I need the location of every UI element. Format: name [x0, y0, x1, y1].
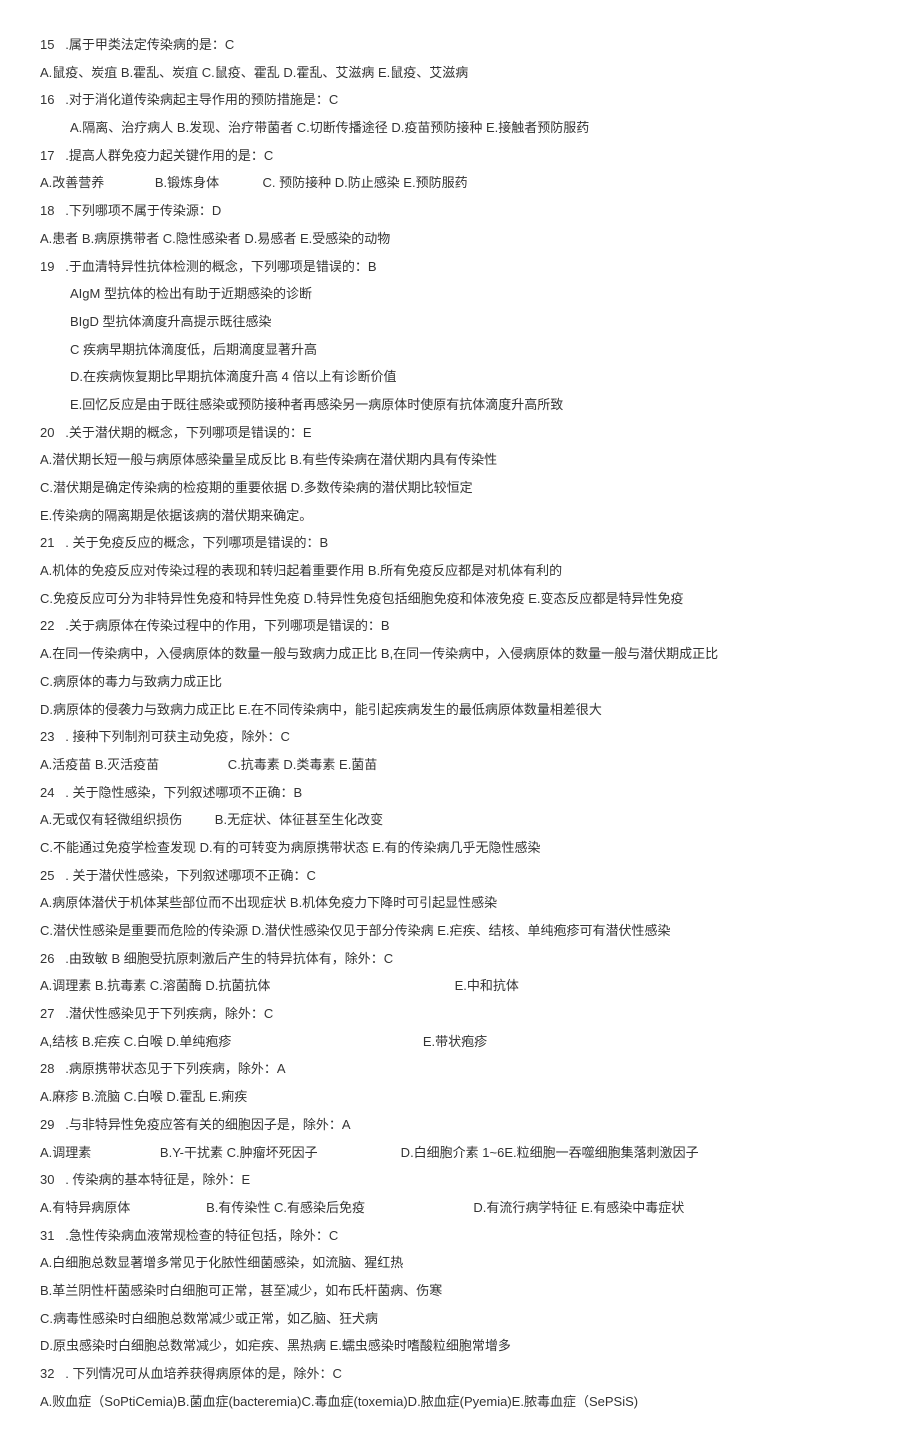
- text-line: C.不能通过免疫学检查发现 D.有的可转变为病原携带状态 E.有的传染病几乎无隐…: [40, 836, 880, 861]
- text-line: 32 . 下列情况可从血培养获得病原体的是，除外：C: [40, 1362, 880, 1387]
- text-line: 23 . 接种下列制剂可获主动免疫，除外：C: [40, 725, 880, 750]
- text-line: A.调理素 B.Y-干扰素 C.肿瘤坏死因子 D.白细胞介素 1~6E.粒细胞一…: [40, 1141, 880, 1166]
- text-line: A.患者 B.病原携带者 C.隐性感染者 D.易感者 E.受感染的动物: [40, 227, 880, 252]
- text-line: 30 . 传染病的基本特征是，除外：E: [40, 1168, 880, 1193]
- text-line: A.活疫苗 B.灭活疫苗 C.抗毒素 D.类毒素 E.菌苗: [40, 753, 880, 778]
- text-line: B.革兰阴性杆菌感染时白细胞可正常，甚至减少，如布氏杆菌病、伤寒: [40, 1279, 880, 1304]
- text-line: A.机体的免疫反应对传染过程的表现和转归起着重要作用 B.所有免疫反应都是对机体…: [40, 559, 880, 584]
- text-line: A.在同一传染病中，入侵病原体的数量一般与致病力成正比 B,在同一传染病中，入侵…: [40, 642, 880, 667]
- text-line: D.病原体的侵袭力与致病力成正比 E.在不同传染病中，能引起疾病发生的最低病原体…: [40, 698, 880, 723]
- text-line: 26 .由致敏 B 细胞受抗原刺激后产生的特异抗体有，除外：C: [40, 947, 880, 972]
- text-line: 31 .急性传染病血液常规检查的特征包括，除外：C: [40, 1224, 880, 1249]
- text-line: A.隔离、治疗病人 B.发现、治疗带菌者 C.切断传播途径 D.疫苗预防接种 E…: [40, 116, 880, 141]
- text-line: D.在疾病恢复期比早期抗体滴度升高 4 倍以上有诊断价值: [40, 365, 880, 390]
- text-line: A.鼠疫、炭疽 B.霍乱、炭疽 C.鼠疫、霍乱 D.霍乱、艾滋病 E.鼠疫、艾滋…: [40, 61, 880, 86]
- text-line: A.有特异病原体 B.有传染性 C.有感染后免疫 D.有流行病学特征 E.有感染…: [40, 1196, 880, 1221]
- text-line: D.原虫感染时白细胞总数常减少，如疟疾、黑热病 E.蠕虫感染时嗜酸粒细胞常增多: [40, 1334, 880, 1359]
- text-line: BIgD 型抗体滴度升高提示既往感染: [40, 310, 880, 335]
- text-line: C.免疫反应可分为非特异性免疫和特异性免疫 D.特异性免疫包括细胞免疫和体液免疫…: [40, 587, 880, 612]
- text-line: E.传染病的隔离期是依据该病的潜伏期来确定。: [40, 504, 880, 529]
- text-line: A.改善营养 B.锻炼身体 C. 预防接种 D.防止感染 E.预防服药: [40, 171, 880, 196]
- text-line: 22 .关于病原体在传染过程中的作用，下列哪项是错误的：B: [40, 614, 880, 639]
- text-line: 29 .与非特异性免疫应答有关的细胞因子是，除外：A: [40, 1113, 880, 1138]
- text-line: E.回忆反应是由于既往感染或预防接种者再感染另一病原体时使原有抗体滴度升高所致: [40, 393, 880, 418]
- text-line: 24 . 关于隐性感染，下列叙述哪项不正确：B: [40, 781, 880, 806]
- text-line: C.病原体的毒力与致病力成正比: [40, 670, 880, 695]
- text-line: 25 . 关于潜伏性感染，下列叙述哪项不正确：C: [40, 864, 880, 889]
- text-line: 19 .于血清特异性抗体检测的概念，下列哪项是错误的：B: [40, 255, 880, 280]
- text-line: C.潜伏期是确定传染病的检疫期的重要依据 D.多数传染病的潜伏期比较恒定: [40, 476, 880, 501]
- text-line: 20 .关于潜伏期的概念，下列哪项是错误的：E: [40, 421, 880, 446]
- text-line: A.白细胞总数显著增多常见于化脓性细菌感染，如流脑、猩红热: [40, 1251, 880, 1276]
- text-line: C.潜伏性感染是重要而危险的传染源 D.潜伏性感染仅见于部分传染病 E.疟疾、结…: [40, 919, 880, 944]
- text-line: A.败血症（SoPtiCemia)B.菌血症(bacteremia)C.毒血症(…: [40, 1390, 880, 1415]
- text-line: C.病毒性感染时白细胞总数常减少或正常，如乙脑、狂犬病: [40, 1307, 880, 1332]
- text-line: A.无或仅有轻微组织损伤 B.无症状、体征甚至生化改变: [40, 808, 880, 833]
- text-line: A.调理素 B.抗毒素 C.溶菌酶 D.抗菌抗体 E.中和抗体: [40, 974, 880, 999]
- text-line: 27 .潜伏性感染见于下列疾病，除外：C: [40, 1002, 880, 1027]
- text-line: A,结核 B.疟疾 C.白喉 D.单纯疱疹 E.带状疱疹: [40, 1030, 880, 1055]
- text-line: 17 .提高人群免疫力起关键作用的是：C: [40, 144, 880, 169]
- text-line: A.麻疹 B.流脑 C.白喉 D.霍乱 E.痢疾: [40, 1085, 880, 1110]
- text-line: A.病原体潜伏于机体某些部位而不出现症状 B.机体免疫力下降时可引起显性感染: [40, 891, 880, 916]
- text-line: 16 .对于消化道传染病起主导作用的预防措施是：C: [40, 88, 880, 113]
- text-line: 21 . 关于免疫反应的概念，下列哪项是错误的：B: [40, 531, 880, 556]
- text-line: C 疾病早期抗体滴度低，后期滴度显著升高: [40, 338, 880, 363]
- text-line: 15 .属于甲类法定传染病的是：C: [40, 33, 880, 58]
- text-line: 18 .下列哪项不属于传染源：D: [40, 199, 880, 224]
- text-line: A.潜伏期长短一般与病原体感染量呈成反比 B.有些传染病在潜伏期内具有传染性: [40, 448, 880, 473]
- text-line: AIgM 型抗体的检出有助于近期感染的诊断: [40, 282, 880, 307]
- text-line: 28 .病原携带状态见于下列疾病，除外：A: [40, 1057, 880, 1082]
